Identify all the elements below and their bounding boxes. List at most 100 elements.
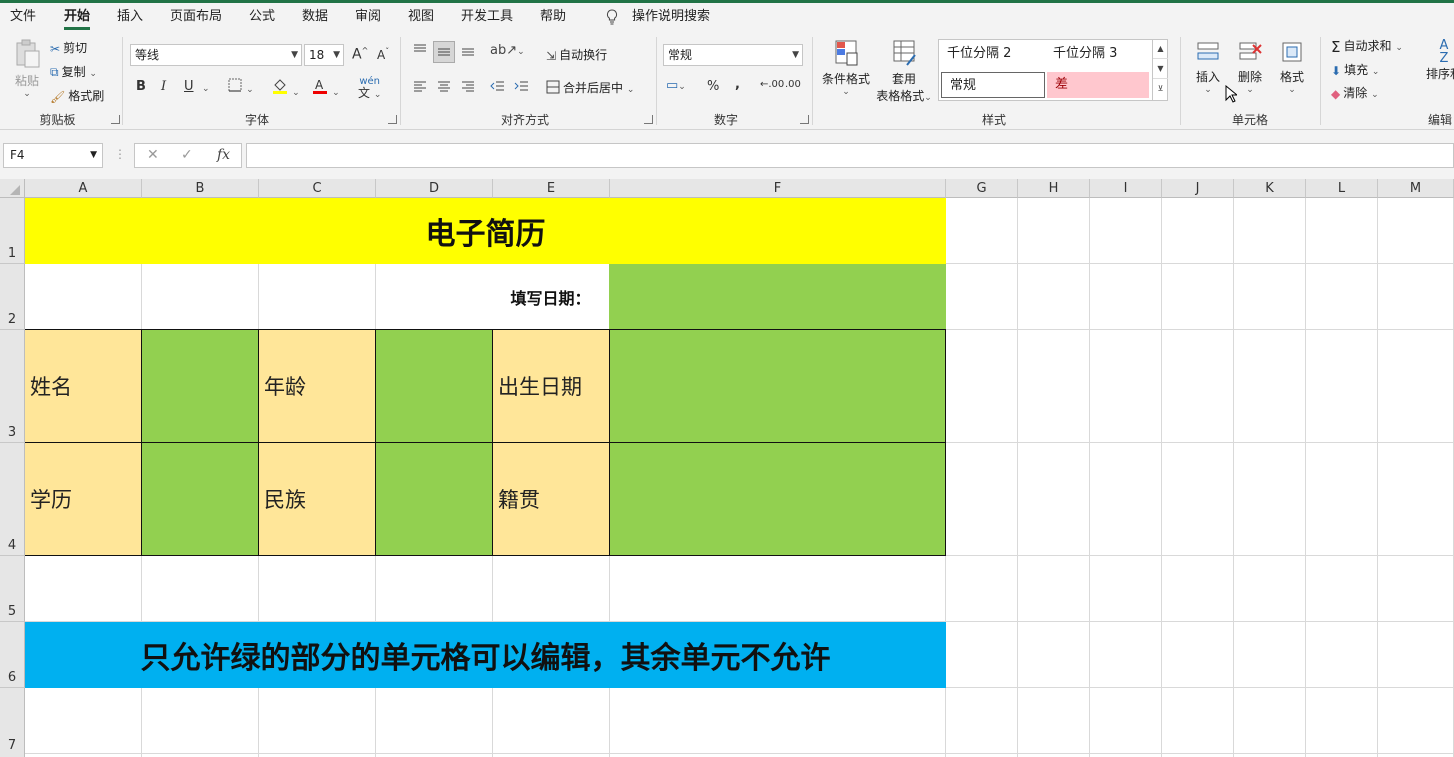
tab-review[interactable]: 审阅	[355, 9, 381, 29]
column-header-C[interactable]: C	[259, 179, 376, 198]
tab-help[interactable]: 帮助	[540, 9, 566, 29]
currency-icon[interactable]: ▭⌄	[666, 78, 686, 93]
tab-file[interactable]: 文件	[10, 9, 36, 29]
column-header-L[interactable]: L	[1306, 179, 1378, 198]
age-input-cell[interactable]	[375, 329, 493, 443]
copy-button[interactable]: ⧉ 复制 ⌄	[50, 63, 97, 80]
name-box[interactable]: F4 ▼	[3, 143, 103, 168]
format-as-table-button[interactable]: 套用 表格格式⌄	[872, 39, 936, 104]
education-input-cell[interactable]	[141, 442, 259, 556]
gallery-scroll[interactable]: ▲ ▼ ⊻	[1152, 39, 1168, 101]
tab-home[interactable]: 开始	[64, 9, 91, 30]
style-bad[interactable]: 差	[1047, 72, 1149, 98]
name-input-cell[interactable]	[141, 329, 259, 443]
italic-button[interactable]: I	[161, 79, 166, 94]
underline-dropdown[interactable]: ⌄	[202, 80, 210, 95]
insert-cells-button[interactable]: 插入 ⌄	[1192, 39, 1224, 95]
column-header-H[interactable]: H	[1018, 179, 1090, 198]
style-thousands-3[interactable]: 千位分隔 3	[1045, 41, 1153, 67]
name-label-cell[interactable]: 姓名	[25, 329, 142, 443]
conditional-format-button[interactable]: 条件格式 ⌄	[820, 39, 872, 97]
format-cells-button[interactable]: 格式 ⌄	[1276, 39, 1308, 95]
comma-button[interactable]: ,	[735, 77, 740, 92]
tell-me-search[interactable]: 操作说明搜索	[632, 9, 710, 29]
delete-cells-button[interactable]: 删除 ⌄	[1234, 39, 1266, 95]
title-cell[interactable]: 电子简历	[25, 198, 946, 264]
decrease-indent-icon[interactable]	[490, 79, 506, 97]
tab-page-layout[interactable]: 页面布局	[170, 9, 222, 29]
phonetic-button[interactable]: wén 文 ⌄	[358, 76, 381, 101]
birth-input-cell[interactable]	[609, 329, 946, 443]
clear-button[interactable]: ◆ 清除 ⌄	[1331, 84, 1379, 101]
tab-insert[interactable]: 插入	[117, 9, 143, 29]
orientation-icon[interactable]: ab↗⌄	[490, 43, 525, 58]
formula-input[interactable]	[246, 143, 1454, 168]
fill-date-input-cell[interactable]	[609, 264, 946, 330]
align-top-icon[interactable]	[412, 43, 428, 61]
fill-color-button[interactable]: ⌄	[272, 77, 300, 99]
align-bottom-icon[interactable]	[460, 43, 476, 61]
paste-button[interactable]: 粘贴 ⌄	[12, 39, 42, 99]
font-name-combo[interactable]: 等线 ▼	[130, 44, 302, 66]
align-middle-icon[interactable]	[433, 41, 455, 63]
cut-button[interactable]: ✂ 剪切	[50, 39, 87, 56]
fill-button[interactable]: ⬇ 填充 ⌄	[1331, 61, 1379, 78]
wrap-text-button[interactable]: ⇲ 自动换行	[546, 46, 607, 63]
column-header-M[interactable]: M	[1378, 179, 1454, 198]
row-header-7[interactable]: 7	[0, 688, 25, 757]
column-header-I[interactable]: I	[1090, 179, 1162, 198]
cancel-icon[interactable]: ✕	[147, 147, 159, 163]
column-header-A[interactable]: A	[25, 179, 142, 198]
format-painter-button[interactable]: 🖌 格式刷	[50, 87, 104, 104]
column-header-D[interactable]: D	[376, 179, 493, 198]
select-all-corner[interactable]	[0, 179, 25, 198]
row-header-6[interactable]: 6	[0, 622, 25, 688]
alignment-launcher[interactable]	[644, 115, 653, 124]
align-right-icon[interactable]	[460, 79, 476, 97]
column-header-F[interactable]: F	[610, 179, 946, 198]
birth-label-cell[interactable]: 出生日期	[492, 329, 610, 443]
insert-function-icon[interactable]: fx	[217, 147, 230, 163]
borders-button[interactable]: ⌄	[228, 78, 254, 96]
tab-data[interactable]: 数据	[302, 9, 328, 29]
row-header-2[interactable]: 2	[0, 264, 25, 330]
align-left-icon[interactable]	[412, 79, 428, 97]
column-header-G[interactable]: G	[946, 179, 1018, 198]
fill-date-label-cell[interactable]: 填写日期：	[492, 264, 609, 330]
increase-decimal-icon[interactable]: ←.00	[760, 79, 784, 90]
font-size-combo[interactable]: 18 ▼	[304, 44, 344, 66]
decrease-decimal-icon[interactable]: .00	[785, 79, 801, 90]
origin-input-cell[interactable]	[609, 442, 946, 556]
percent-button[interactable]: %	[707, 79, 719, 94]
tab-formulas[interactable]: 公式	[249, 9, 275, 29]
underline-button[interactable]: U	[184, 79, 194, 94]
align-center-icon[interactable]	[436, 79, 452, 97]
font-color-button[interactable]: A ⌄	[312, 77, 340, 99]
ethnicity-label-cell[interactable]: 民族	[258, 442, 376, 556]
shrink-font-button[interactable]: Aˇ	[377, 47, 389, 62]
style-thousands-2[interactable]: 千位分隔 2	[939, 41, 1047, 67]
row-header-5[interactable]: 5	[0, 556, 25, 622]
font-launcher[interactable]	[388, 115, 397, 124]
column-header-K[interactable]: K	[1234, 179, 1306, 198]
row-header-1[interactable]: 1	[0, 198, 25, 264]
notice-banner-cell[interactable]: 只允许绿的部分的单元格可以编辑，其余单元不允许	[25, 622, 946, 688]
merge-center-button[interactable]: 合并后居中 ⌄	[546, 79, 634, 97]
tab-view[interactable]: 视图	[408, 9, 434, 29]
sort-filter-button[interactable]: AZ 排序和	[1424, 39, 1454, 82]
number-format-combo[interactable]: 常规 ▼	[663, 44, 803, 66]
grow-font-button[interactable]: A^	[352, 46, 368, 63]
worksheet-grid[interactable]: 电子简历 填写日期： 姓名 年龄 出生日期 学历 民族 籍贯 只允许绿的部分的单…	[25, 198, 1454, 757]
row-header-4[interactable]: 4	[0, 443, 25, 556]
style-normal[interactable]: 常规	[941, 72, 1045, 98]
column-header-J[interactable]: J	[1162, 179, 1234, 198]
origin-label-cell[interactable]: 籍贯	[492, 442, 610, 556]
ethnicity-input-cell[interactable]	[375, 442, 493, 556]
age-label-cell[interactable]: 年龄	[258, 329, 376, 443]
number-launcher[interactable]	[800, 115, 809, 124]
column-header-B[interactable]: B	[142, 179, 259, 198]
column-header-E[interactable]: E	[493, 179, 610, 198]
enter-icon[interactable]: ✓	[181, 147, 193, 163]
tab-developer[interactable]: 开发工具	[461, 9, 513, 29]
bold-button[interactable]: B	[136, 79, 146, 94]
